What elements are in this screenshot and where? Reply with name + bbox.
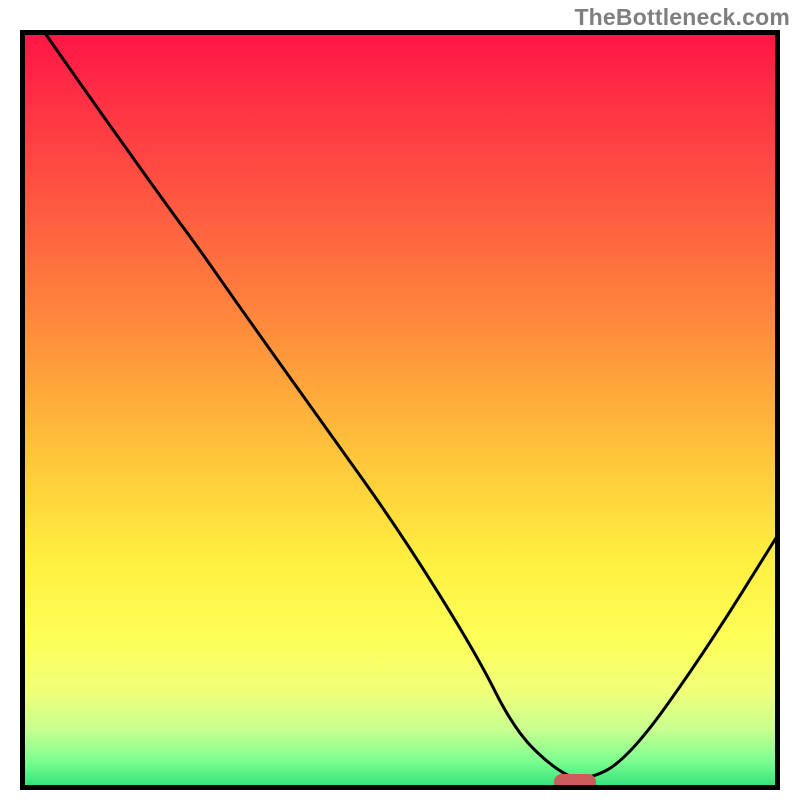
bottleneck-curve [20, 30, 780, 790]
watermark-text: TheBottleneck.com [574, 4, 790, 31]
optimal-marker [554, 774, 596, 790]
chart-frame [20, 30, 780, 790]
